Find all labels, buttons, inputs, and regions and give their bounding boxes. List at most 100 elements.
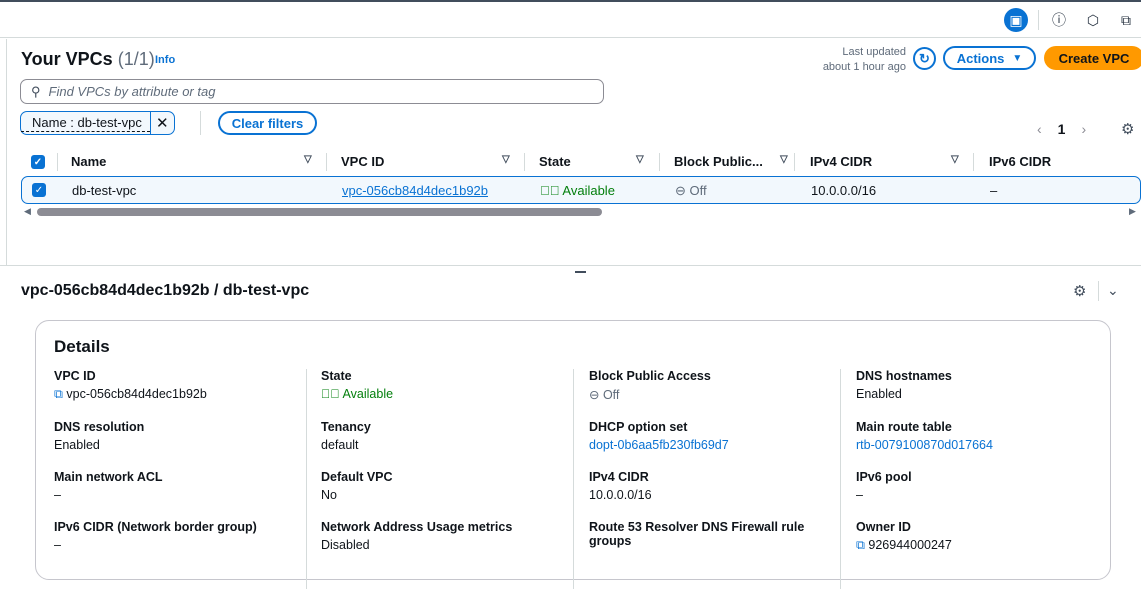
detail-value-text: default <box>321 438 359 452</box>
detail-value-text: – <box>54 538 61 552</box>
sort-icon[interactable]: ▽ <box>502 154 510 165</box>
copy-icon[interactable]: ⧉ <box>856 538 868 552</box>
detail-value: 10.0.0.0/16 <box>589 488 839 502</box>
resize-handle[interactable] <box>575 271 586 273</box>
table-header: ✓ Name ▽ VPC ID ▽ State ▽ Block Public..… <box>21 149 1141 175</box>
detail-value-text: vpc-056cb84d4dec1b92b <box>66 387 207 401</box>
column-divider <box>524 153 525 171</box>
cell-ipv6: – <box>990 183 998 198</box>
last-updated-label: Last updated <box>842 46 906 58</box>
sort-icon[interactable]: ▽ <box>304 154 312 165</box>
sort-icon[interactable]: ▽ <box>636 154 644 165</box>
detail-label: IPv6 CIDR (Network border group) <box>54 520 257 534</box>
detail-value: ⧉ vpc-056cb84d4dec1b92b <box>54 387 304 402</box>
notifications-icon[interactable]: ⬡ <box>1081 8 1105 32</box>
detail-value: – <box>54 538 304 552</box>
detail-value: Enabled <box>856 387 1106 401</box>
detail-value: Disabled <box>321 538 571 552</box>
detail-value-text: 926944000247 <box>868 538 952 552</box>
vpc-list-panel: Your VPCs (1/1) Info Last updated about 1… <box>7 39 1141 265</box>
column-header-state[interactable]: State <box>539 154 571 169</box>
detail-field: DNS resolution Enabled <box>54 420 304 452</box>
next-page-button[interactable]: › <box>1081 121 1086 137</box>
detail-value-text: Available <box>342 387 394 401</box>
table-row[interactable]: ✓ db-test-vpc vpc-056cb84d4dec1b92b ✓⃝ A… <box>21 176 1141 204</box>
detail-label: Block Public Access <box>589 369 711 383</box>
cell-block-public: Off <box>689 183 707 198</box>
close-icon[interactable]: ✕ <box>149 112 174 134</box>
feedback-icon[interactable]: ⧉ <box>1114 8 1138 32</box>
divider <box>1098 281 1099 301</box>
detail-field: Default VPC No <box>321 470 571 502</box>
detail-field: Tenancy default <box>321 420 571 452</box>
detail-value: Enabled <box>54 438 304 452</box>
column-header-name[interactable]: Name <box>71 154 106 169</box>
gear-icon[interactable]: ⚙ <box>1073 282 1086 300</box>
filter-token[interactable]: Name : db-test-vpc ✕ <box>20 111 175 135</box>
detail-label: State <box>321 369 352 383</box>
pagination: ‹ 1 › <box>1037 121 1086 137</box>
scroll-left-icon[interactable]: ◀ <box>24 206 31 217</box>
info-icon[interactable]: ⓘ <box>1047 8 1071 32</box>
check-circle-icon: ✓⃝ <box>540 183 560 198</box>
divider <box>1038 10 1039 30</box>
detail-field: Block Public Access ⊖ Off <box>589 369 839 402</box>
search-input[interactable]: ⚲ Find VPCs by attribute or tag <box>20 79 604 104</box>
column-divider <box>573 369 574 589</box>
page-number[interactable]: 1 <box>1058 121 1066 137</box>
column-divider <box>794 153 795 171</box>
refresh-button[interactable]: ↻ <box>913 47 936 70</box>
horizontal-scrollbar[interactable] <box>37 208 602 216</box>
detail-value-text: Enabled <box>54 438 100 452</box>
column-divider <box>306 369 307 589</box>
details-heading: Details <box>54 337 110 356</box>
gear-icon[interactable]: ⚙ <box>1121 120 1134 138</box>
title-count: (1/1) <box>117 49 155 69</box>
detail-label: IPv6 pool <box>856 470 912 484</box>
minus-circle-icon: ⊖ <box>589 388 603 402</box>
sort-icon[interactable]: ▽ <box>780 154 788 165</box>
detail-value: default <box>321 438 571 452</box>
select-all-checkbox[interactable]: ✓ <box>31 155 45 169</box>
column-header-ipv4[interactable]: IPv4 CIDR <box>810 154 872 169</box>
detail-field: VPC ID ⧉ vpc-056cb84d4dec1b92b <box>54 369 304 402</box>
detail-field: Route 53 Resolver DNS Firewall rule grou… <box>589 520 839 552</box>
detail-label: Owner ID <box>856 520 911 534</box>
panel-icon[interactable]: ▣ <box>1004 8 1028 32</box>
detail-field: DHCP option set dopt-0b6aa5fb230fb69d7 <box>589 420 839 452</box>
row-checkbox[interactable]: ✓ <box>32 183 46 197</box>
detail-field: Owner ID ⧉ 926944000247 <box>856 520 1106 553</box>
clear-filters-button[interactable]: Clear filters <box>218 111 317 135</box>
detail-value[interactable]: rtb-0079100870d017664 <box>856 438 1106 452</box>
sort-icon[interactable]: ▽ <box>951 154 959 165</box>
detail-field: Main network ACL – <box>54 470 304 502</box>
detail-label: Default VPC <box>321 470 393 484</box>
detail-field: State ✓⃝ Available <box>321 369 571 401</box>
prev-page-button[interactable]: ‹ <box>1037 121 1042 137</box>
create-vpc-button[interactable]: Create VPC <box>1044 46 1141 70</box>
detail-label: Route 53 Resolver DNS Firewall rule grou… <box>589 520 805 548</box>
search-icon: ⚲ <box>31 83 41 99</box>
column-header-vpc-id[interactable]: VPC ID <box>341 154 384 169</box>
vpc-id-link[interactable]: vpc-056cb84d4dec1b92b <box>342 183 488 198</box>
detail-value-text: – <box>856 488 863 502</box>
detail-value[interactable]: dopt-0b6aa5fb230fb69d7 <box>589 438 839 452</box>
caret-down-icon: ▼ <box>1012 52 1023 64</box>
column-header-ipv6[interactable]: IPv6 CIDR <box>989 154 1051 169</box>
chevron-down-icon[interactable]: ⌄ <box>1107 282 1119 299</box>
column-divider <box>57 153 58 171</box>
detail-field: Network Address Usage metrics Disabled <box>321 520 571 552</box>
detail-value-text: – <box>54 488 61 502</box>
detail-value: – <box>54 488 304 502</box>
column-divider <box>659 153 660 171</box>
column-header-block-public[interactable]: Block Public... <box>674 154 763 169</box>
detail-label: DNS hostnames <box>856 369 952 383</box>
detail-label: Tenancy <box>321 420 371 434</box>
actions-label: Actions <box>956 50 1005 66</box>
actions-button[interactable]: Actions ▼ <box>943 46 1036 70</box>
divider <box>200 111 201 135</box>
split-divider <box>0 265 1141 266</box>
scroll-right-icon[interactable]: ▶ <box>1129 206 1136 217</box>
info-link[interactable]: Info <box>155 54 175 66</box>
copy-icon[interactable]: ⧉ <box>54 387 66 401</box>
